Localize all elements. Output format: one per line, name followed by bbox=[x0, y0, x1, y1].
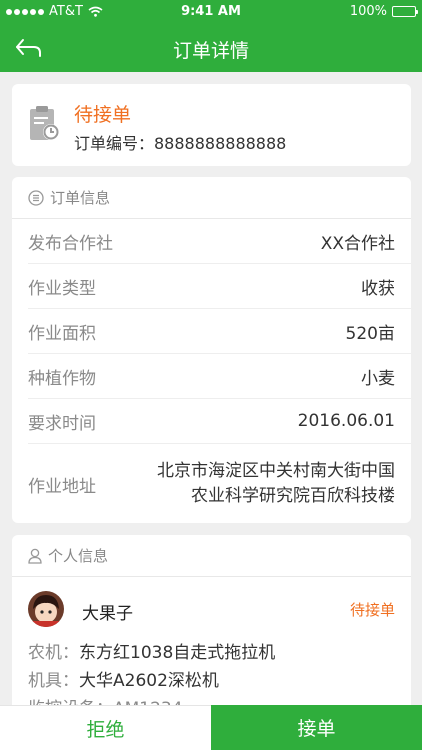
order-info-card: 订单信息 发布合作社 XX合作社 作业类型 收获 作业面积 520亩 种植作物 … bbox=[12, 177, 411, 523]
order-info-header: 订单信息 bbox=[12, 177, 411, 219]
operator-row[interactable]: 大果子 待接单 bbox=[28, 591, 395, 631]
machine-value: 东方红1038自走式拖拉机 bbox=[79, 643, 276, 663]
order-summary-card: 待接单 订单编号：8888888888888 bbox=[12, 84, 411, 166]
status-bar: AT&T 9:41 AM 100% bbox=[0, 0, 422, 24]
order-status: 待接单 bbox=[74, 104, 132, 126]
row-label: 要求时间 bbox=[28, 413, 96, 434]
avatar bbox=[28, 591, 64, 627]
person-icon bbox=[28, 548, 42, 564]
machine-line: 农机：东方红1038自走式拖拉机 bbox=[28, 639, 275, 667]
info-row-crop: 种植作物 小麦 bbox=[28, 354, 411, 399]
battery-percent: 100% bbox=[349, 4, 387, 19]
operator-status: 待接单 bbox=[349, 601, 395, 619]
personal-info-header: 个人信息 bbox=[12, 535, 411, 577]
accept-button[interactable]: 接单 bbox=[211, 705, 422, 750]
tool-value: 大华A2602深松机 bbox=[79, 671, 219, 691]
battery-icon bbox=[392, 6, 418, 17]
info-row-time: 要求时间 2016.06.01 bbox=[28, 399, 411, 444]
row-label: 作业面积 bbox=[28, 323, 96, 344]
machine-label: 农机： bbox=[28, 643, 79, 663]
row-value: 收获 bbox=[361, 278, 395, 299]
row-value: XX合作社 bbox=[320, 233, 395, 254]
action-bar: 拒绝 接单 bbox=[0, 705, 422, 750]
info-row-area: 作业面积 520亩 bbox=[28, 309, 411, 354]
row-value: 520亩 bbox=[345, 323, 395, 344]
row-label: 发布合作社 bbox=[28, 233, 113, 254]
clipboard-clock-icon bbox=[30, 106, 59, 140]
info-row-cooperative: 发布合作社 XX合作社 bbox=[28, 219, 411, 264]
page-title: 订单详情 bbox=[172, 40, 249, 62]
row-value: 北京市海淀区中关村南大街中国农业科学研究院百欣科技楼 bbox=[157, 461, 395, 506]
tool-line: 机具：大华A2602深松机 bbox=[28, 667, 275, 695]
info-row-address: 作业地址 北京市海淀区中关村南大街中国农业科学研究院百欣科技楼 bbox=[28, 444, 411, 524]
operator-name: 大果子 bbox=[82, 604, 133, 624]
reject-button[interactable]: 拒绝 bbox=[0, 705, 211, 750]
row-value: 小麦 bbox=[361, 368, 395, 389]
section-title: 订单信息 bbox=[50, 189, 111, 207]
nav-bar: 订单详情 bbox=[0, 24, 422, 72]
info-row-work-type: 作业类型 收获 bbox=[28, 264, 411, 309]
row-value: 2016.06.01 bbox=[297, 411, 395, 431]
row-label: 种植作物 bbox=[28, 368, 96, 389]
row-label: 作业类型 bbox=[28, 278, 96, 299]
tool-label: 机具： bbox=[28, 671, 79, 691]
section-title: 个人信息 bbox=[48, 547, 109, 565]
order-number: 订单编号：8888888888888 bbox=[74, 134, 287, 153]
row-label: 作业地址 bbox=[28, 476, 96, 497]
list-icon bbox=[28, 189, 44, 206]
